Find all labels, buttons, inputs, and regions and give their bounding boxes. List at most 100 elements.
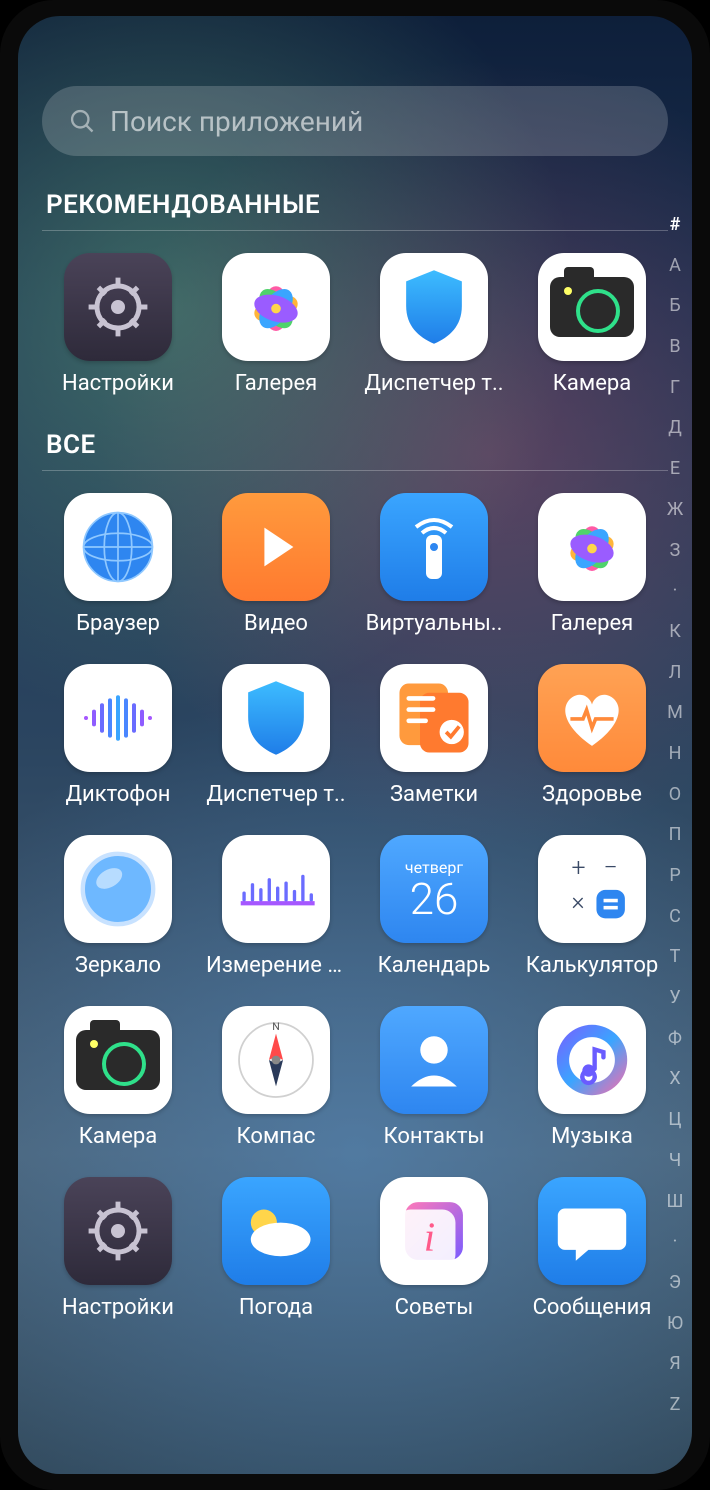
phonemgr-icon bbox=[380, 253, 488, 361]
all-header: ВСЕ bbox=[46, 430, 668, 460]
app-health[interactable]: Здоровье bbox=[520, 664, 664, 807]
app-recorder[interactable]: Диктофон bbox=[46, 664, 190, 807]
app-tips[interactable]: i Советы bbox=[362, 1177, 506, 1320]
app-notes[interactable]: Заметки bbox=[362, 664, 506, 807]
index-letter[interactable]: Г bbox=[670, 379, 680, 397]
alphabet-index[interactable]: # А Б В Г Д Е Ж З · К Л М Н О П Р С Т У Ф Х Ц Ч Ш · Э Ю Я Z bbox=[662, 216, 688, 1414]
index-letter[interactable]: Т bbox=[670, 948, 681, 966]
app-gallery[interactable]: Галерея bbox=[520, 493, 664, 636]
settings-icon bbox=[64, 1177, 172, 1285]
index-letter[interactable]: Ж bbox=[667, 501, 683, 519]
index-letter[interactable]: Д bbox=[668, 419, 682, 437]
contacts-icon bbox=[380, 1006, 488, 1114]
app-video[interactable]: Видео bbox=[204, 493, 348, 636]
index-letter[interactable]: У bbox=[669, 989, 680, 1007]
calculator-icon: +−× bbox=[538, 835, 646, 943]
app-remote[interactable]: Виртуальны.. bbox=[362, 493, 506, 636]
app-label: Настройки bbox=[62, 371, 174, 396]
index-letter[interactable]: # bbox=[670, 216, 681, 234]
browser-icon bbox=[64, 493, 172, 601]
phonemgr-icon bbox=[222, 664, 330, 772]
app-label: Галерея bbox=[235, 371, 317, 396]
soundmeter-icon bbox=[222, 835, 330, 943]
index-letter[interactable]: Э bbox=[669, 1274, 681, 1292]
app-camera[interactable]: Камера bbox=[46, 1006, 190, 1149]
app-mirror[interactable]: Зеркало bbox=[46, 835, 190, 978]
index-letter[interactable]: З bbox=[670, 542, 681, 560]
app-messages[interactable]: Сообщения bbox=[520, 1177, 664, 1320]
index-letter[interactable]: · bbox=[673, 1233, 678, 1251]
app-calendar[interactable]: четверг26Календарь bbox=[362, 835, 506, 978]
app-label: Контакты bbox=[383, 1124, 484, 1149]
app-label: Музыка bbox=[551, 1124, 633, 1149]
index-letter[interactable]: Я bbox=[669, 1355, 680, 1373]
camera-icon bbox=[64, 1006, 172, 1114]
all-apps-grid: Браузер Видео Виртуальны.. Галерея Диктофон Д… bbox=[42, 493, 668, 1320]
index-letter[interactable]: А bbox=[669, 257, 681, 275]
app-camera[interactable]: Камера bbox=[520, 253, 664, 396]
app-label: Календарь bbox=[378, 953, 491, 978]
app-compass[interactable]: N Компас bbox=[204, 1006, 348, 1149]
index-letter[interactable]: Р bbox=[669, 867, 680, 885]
index-letter[interactable]: В bbox=[669, 338, 680, 356]
app-label: Диктофон bbox=[65, 782, 170, 807]
app-label: Компас bbox=[237, 1124, 316, 1149]
app-phonemgr[interactable]: Диспетчер т.. bbox=[204, 664, 348, 807]
app-contacts[interactable]: Контакты bbox=[362, 1006, 506, 1149]
index-letter[interactable]: П bbox=[669, 826, 682, 844]
tips-icon: i bbox=[380, 1177, 488, 1285]
app-label: Зеркало bbox=[75, 953, 161, 978]
index-letter[interactable]: Z bbox=[670, 1396, 681, 1414]
camera-icon bbox=[538, 253, 646, 361]
index-letter[interactable]: Ц bbox=[668, 1111, 681, 1129]
app-label: Калькулятор bbox=[526, 953, 658, 978]
app-label: Виртуальны.. bbox=[366, 611, 503, 636]
gallery-icon bbox=[538, 493, 646, 601]
app-music[interactable]: Музыка bbox=[520, 1006, 664, 1149]
messages-icon bbox=[538, 1177, 646, 1285]
app-browser[interactable]: Браузер bbox=[46, 493, 190, 636]
app-phonemgr[interactable]: Диспетчер т.. bbox=[362, 253, 506, 396]
app-label: Советы bbox=[395, 1295, 474, 1320]
recommended-header: РЕКОМЕНДОВАННЫЕ bbox=[46, 190, 668, 220]
app-settings[interactable]: Настройки bbox=[46, 1177, 190, 1320]
index-letter[interactable]: Ш bbox=[667, 1193, 684, 1211]
index-letter[interactable]: Н bbox=[669, 745, 682, 763]
svg-text:+: + bbox=[572, 854, 586, 883]
index-letter[interactable]: · bbox=[673, 582, 678, 600]
index-letter[interactable]: Х bbox=[669, 1070, 680, 1088]
app-label: Камера bbox=[553, 371, 631, 396]
index-letter[interactable]: Б bbox=[669, 297, 680, 315]
app-drawer[interactable]: Поиск приложений РЕКОМЕНДОВАННЫЕ Настрой… bbox=[18, 16, 692, 1474]
app-label: Браузер bbox=[76, 611, 160, 636]
svg-text:N: N bbox=[272, 1020, 280, 1033]
app-calculator[interactable]: +−× Калькулятор bbox=[520, 835, 664, 978]
mirror-icon bbox=[64, 835, 172, 943]
svg-text:−: − bbox=[604, 854, 618, 883]
recommended-grid: Настройки Галерея Диспетчер т.. Камера bbox=[42, 253, 668, 396]
app-weather[interactable]: Погода bbox=[204, 1177, 348, 1320]
index-letter[interactable]: С bbox=[669, 908, 681, 926]
index-letter[interactable]: М bbox=[667, 704, 683, 722]
svg-text:i: i bbox=[424, 1214, 435, 1260]
app-label: Измерение с.. bbox=[206, 953, 346, 978]
index-letter[interactable]: Л bbox=[669, 664, 682, 682]
index-letter[interactable]: О bbox=[669, 786, 681, 804]
music-icon bbox=[538, 1006, 646, 1114]
index-letter[interactable]: Е bbox=[670, 460, 680, 478]
index-letter[interactable]: Ч bbox=[669, 1152, 681, 1170]
screen: Поиск приложений РЕКОМЕНДОВАННЫЕ Настрой… bbox=[18, 16, 692, 1474]
app-label: Сообщения bbox=[533, 1295, 652, 1320]
search-input[interactable]: Поиск приложений bbox=[42, 86, 668, 156]
index-letter[interactable]: К bbox=[669, 623, 681, 641]
compass-icon: N bbox=[222, 1006, 330, 1114]
app-gallery[interactable]: Галерея bbox=[204, 253, 348, 396]
phone-frame: Поиск приложений РЕКОМЕНДОВАННЫЕ Настрой… bbox=[0, 0, 710, 1490]
app-label: Настройки bbox=[62, 1295, 174, 1320]
app-settings[interactable]: Настройки bbox=[46, 253, 190, 396]
app-soundmeter[interactable]: Измерение с.. bbox=[204, 835, 348, 978]
app-label: Диспетчер т.. bbox=[206, 782, 345, 807]
recorder-icon bbox=[64, 664, 172, 772]
index-letter[interactable]: Ф bbox=[668, 1030, 682, 1048]
index-letter[interactable]: Ю bbox=[667, 1315, 683, 1333]
